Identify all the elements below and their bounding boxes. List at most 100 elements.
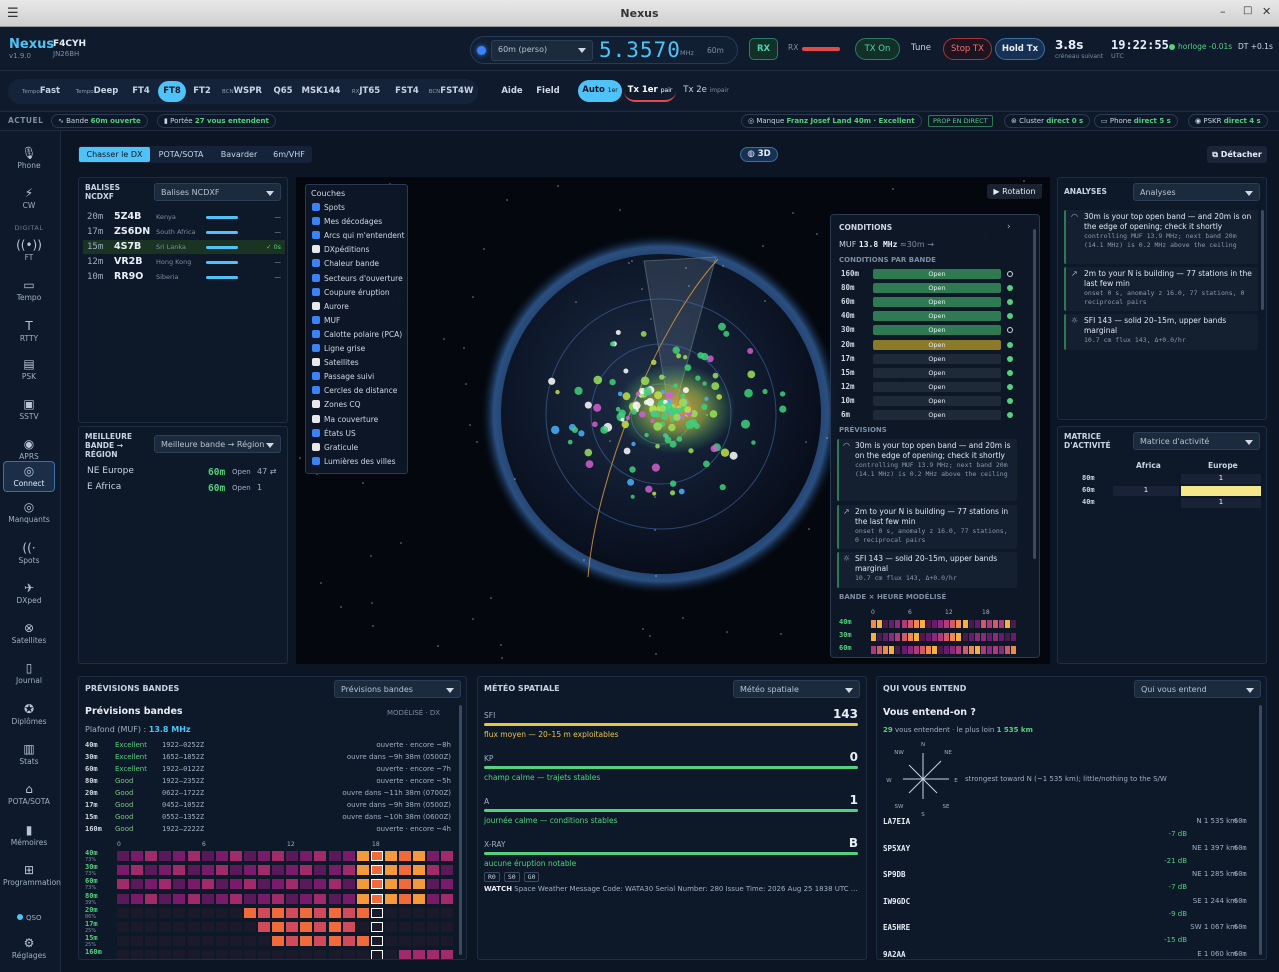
layer-toggle[interactable]: Satellites xyxy=(312,358,359,367)
matrix-cell-africa[interactable] xyxy=(1113,474,1179,484)
checkbox-icon[interactable] xyxy=(312,245,320,254)
layer-toggle[interactable]: DXpéditions xyxy=(312,245,369,254)
sidebar-item-aprs[interactable]: ◉ APRS xyxy=(3,438,55,462)
checkbox-icon[interactable] xyxy=(312,428,320,437)
minimize-icon[interactable]: – xyxy=(1220,5,1226,18)
rx-button[interactable]: RX xyxy=(749,38,778,60)
layer-toggle[interactable]: Chaleur bande xyxy=(312,259,379,268)
help-button[interactable]: Aide xyxy=(499,81,525,101)
layer-toggle[interactable]: Arcs qui m'entendent xyxy=(312,231,405,240)
sidebar-item-satellites[interactable]: ⊗ Satellites xyxy=(3,622,55,646)
hears-call[interactable]: 9A2AA xyxy=(883,950,906,959)
bestband-row[interactable]: E Africa 60m Open 1 xyxy=(87,482,283,497)
forecast-scrollbar[interactable] xyxy=(459,705,462,955)
sidebar-item-ft[interactable]: ((•)) FT xyxy=(3,239,55,263)
sidebar-item-programmation[interactable]: ⊞ Programmation xyxy=(3,864,61,888)
checkbox-icon[interactable] xyxy=(312,231,320,240)
checkbox-icon[interactable] xyxy=(312,344,320,352)
weather-select[interactable]: Météo spatiale xyxy=(733,680,860,698)
hold-tx-button[interactable]: Hold Tx xyxy=(995,38,1045,60)
mode-jt65[interactable]: RXJT65 xyxy=(344,81,388,102)
sidebar-item-pota-sota[interactable]: ⌂ POTA/SOTA xyxy=(3,783,55,807)
frequency-display[interactable]: 5.3570 xyxy=(599,38,681,62)
stop-tx-button[interactable]: Stop TX xyxy=(943,38,992,60)
sidebar-item-journal[interactable]: ▯ Journal xyxy=(3,662,55,686)
layer-toggle[interactable]: Coupure éruption xyxy=(312,287,390,297)
rotation-button[interactable]: ▶ Rotation xyxy=(987,184,1042,199)
hears-call[interactable]: LA7EIA xyxy=(883,817,910,826)
close-icon[interactable]: ✕ xyxy=(1262,5,1271,18)
checkbox-icon[interactable] xyxy=(312,329,320,338)
sidebar-item-dxped[interactable]: ✈︎ DXped xyxy=(3,582,55,606)
tab-2[interactable]: Bavarder xyxy=(212,147,266,162)
layer-toggle[interactable]: MUF xyxy=(312,315,340,325)
layer-toggle[interactable]: Spots xyxy=(312,203,345,212)
detach-button[interactable]: ⧉ Détacher xyxy=(1207,146,1267,163)
hears-call[interactable]: SP9DB xyxy=(883,870,906,879)
checkbox-icon[interactable] xyxy=(312,386,320,395)
hears-call[interactable]: EA5HRE xyxy=(883,923,910,932)
layer-toggle[interactable]: Zones CQ xyxy=(312,400,361,409)
checkbox-icon[interactable] xyxy=(312,301,320,310)
matrix-cell-europe[interactable]: 1 xyxy=(1181,474,1261,484)
checkbox-icon[interactable] xyxy=(312,203,320,211)
layer-toggle[interactable]: Ligne grise xyxy=(312,344,365,353)
checkbox-icon[interactable] xyxy=(312,315,320,324)
sidebar-item-psk[interactable]: ▤ PSK xyxy=(3,358,55,382)
matrix-cell-africa[interactable]: 1 xyxy=(1113,486,1179,496)
sidebar-item-spots[interactable]: ((· Spots xyxy=(3,542,55,566)
analyses-scrollbar[interactable] xyxy=(1261,210,1264,310)
beacon-row[interactable]: 20m 5Z4B Kenya — xyxy=(83,210,285,224)
maximize-icon[interactable]: □ xyxy=(1243,5,1252,16)
beacon-row[interactable]: 15m 4S7B Sri Lanka ✓ 0s xyxy=(83,240,285,254)
status-missing-chip[interactable]: ◎ Manque Franz Josef Land 40m · Excellen… xyxy=(741,114,922,128)
matrix-cell-africa[interactable] xyxy=(1113,498,1179,508)
sidebar-item-tempo[interactable]: ▭ Tempo xyxy=(3,279,55,303)
auto-button[interactable]: Auto 1er xyxy=(578,80,622,102)
hears-select[interactable]: Qui vous entend xyxy=(1134,680,1261,698)
sidebar-item-sstv[interactable]: ▣ SSTV xyxy=(3,398,55,422)
sidebar-item-connect[interactable]: ◎ Connect xyxy=(3,461,55,492)
layer-toggle[interactable]: États US xyxy=(312,428,356,438)
mode-fst4[interactable]: FST4 xyxy=(390,81,424,102)
matrix-select[interactable]: Matrice d'activité xyxy=(1133,432,1260,450)
tab-1[interactable]: POTA/SOTA xyxy=(150,147,212,162)
hears-scrollbar[interactable] xyxy=(1259,705,1262,955)
sidebar-item-stats[interactable]: ▥ Stats xyxy=(3,743,55,767)
layer-toggle[interactable]: Passage suivi xyxy=(312,372,374,381)
tab-3[interactable]: 6m/VHF xyxy=(266,147,312,162)
bestband-row[interactable]: NE Europe 60m Open 47 ⇄ xyxy=(87,466,283,481)
sidebar-item-r-glages[interactable]: ⚙︎ Réglages xyxy=(3,937,55,961)
mode-ft2[interactable]: FT2 xyxy=(188,81,216,102)
mode-msk144[interactable]: MSK144 xyxy=(300,81,342,102)
mode-fst4w[interactable]: BCNFST4W xyxy=(426,81,476,102)
mode-q65[interactable]: Q65 xyxy=(268,81,298,102)
checkbox-icon[interactable] xyxy=(312,372,320,381)
sidebar-item-cw[interactable]: ⚡︎ CW xyxy=(3,187,55,211)
bestband-select[interactable]: Meilleure bande → Région xyxy=(154,435,281,453)
tx-on-button[interactable]: TX On xyxy=(855,38,900,60)
checkbox-icon[interactable] xyxy=(312,259,320,268)
layer-toggle[interactable]: Graticule xyxy=(312,442,358,452)
layer-toggle[interactable]: Cercles de distance xyxy=(312,386,397,395)
beacon-row[interactable]: 10m RR9O Siberia — xyxy=(83,270,285,284)
checkbox-icon[interactable] xyxy=(312,273,320,282)
mode-wspr[interactable]: BCNWSPR xyxy=(218,81,266,102)
matrix-cell-europe[interactable]: 1 xyxy=(1181,498,1261,508)
mode-fast[interactable]: TempoFast xyxy=(14,81,68,102)
sidebar-item-rtty[interactable]: T RTTY xyxy=(3,320,55,344)
tab-0[interactable]: Chasser le DX xyxy=(79,147,150,162)
tx-second-button[interactable]: Tx 2e impair xyxy=(680,80,732,102)
sidebar-item-manquants[interactable]: ◎ Manquants xyxy=(3,501,55,525)
hears-call[interactable]: IW9GDC xyxy=(883,897,910,906)
checkbox-icon[interactable] xyxy=(312,442,320,451)
sidebar-item-m-moires[interactable]: ▮ Mémoires xyxy=(3,824,55,848)
checkbox-icon[interactable] xyxy=(312,287,320,296)
band-select[interactable]: 60m (perso) xyxy=(491,40,593,61)
checkbox-icon[interactable] xyxy=(312,414,320,423)
beacon-row[interactable]: 17m ZS6DN South Africa — xyxy=(83,225,285,239)
layer-toggle[interactable]: Calotte polaire (PCA) xyxy=(312,329,402,339)
beacons-select[interactable]: Balises NCDXF xyxy=(154,183,281,201)
tune-button[interactable]: Tune xyxy=(903,38,939,60)
field-button[interactable]: Field xyxy=(534,81,562,101)
